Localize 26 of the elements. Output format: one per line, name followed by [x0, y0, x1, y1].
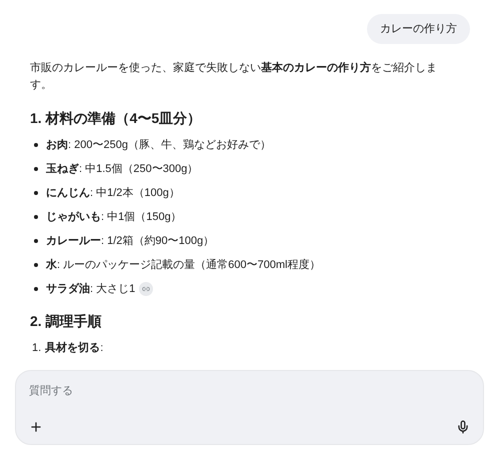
- bullet-icon: [34, 143, 38, 147]
- list-item-text: にんじん: 中1/2本（100g）: [46, 186, 180, 201]
- bullet-icon: [34, 287, 38, 291]
- bullet-icon: [34, 167, 38, 171]
- list-item-text: 具材を切る:: [45, 340, 104, 356]
- list-item-text: 水: ルーのパッケージ記載の量（通常600〜700ml程度）: [46, 258, 320, 273]
- link-icon: [142, 285, 150, 293]
- list-item-text: じゃがいも: 中1個（150g）: [46, 210, 182, 225]
- question-field[interactable]: 質問する: [15, 370, 484, 445]
- bullet-icon: [34, 215, 38, 219]
- bullet-icon: [34, 263, 38, 267]
- user-message-bubble: カレーの作り方: [367, 14, 470, 44]
- section-heading: 1. 材料の準備（4〜5皿分）: [30, 108, 202, 128]
- list-number: 1.: [32, 340, 42, 356]
- section-heading: 2. 調理手順: [30, 312, 103, 331]
- list-item-text: お肉: 200〜250g（豚、牛、鶏などお好みで）: [46, 138, 271, 153]
- intro-paragraph: 市販のカレールーを使った、家庭で失敗しない基本のカレーの作り方をご紹介します。: [30, 60, 438, 93]
- microphone-icon[interactable]: [456, 420, 470, 434]
- add-icon[interactable]: [29, 420, 43, 434]
- list-item-text: カレールー: 1/2箱（約90〜100g）: [46, 234, 214, 249]
- bullet-icon: [34, 239, 38, 243]
- bullet-icon: [34, 191, 38, 195]
- list-item-text: サラダ油: 大さじ1: [46, 282, 136, 297]
- source-chip[interactable]: [139, 282, 154, 296]
- question-input[interactable]: 質問する: [29, 381, 470, 401]
- list-item-text: 玉ねぎ: 中1.5個（250〜300g）: [46, 162, 198, 177]
